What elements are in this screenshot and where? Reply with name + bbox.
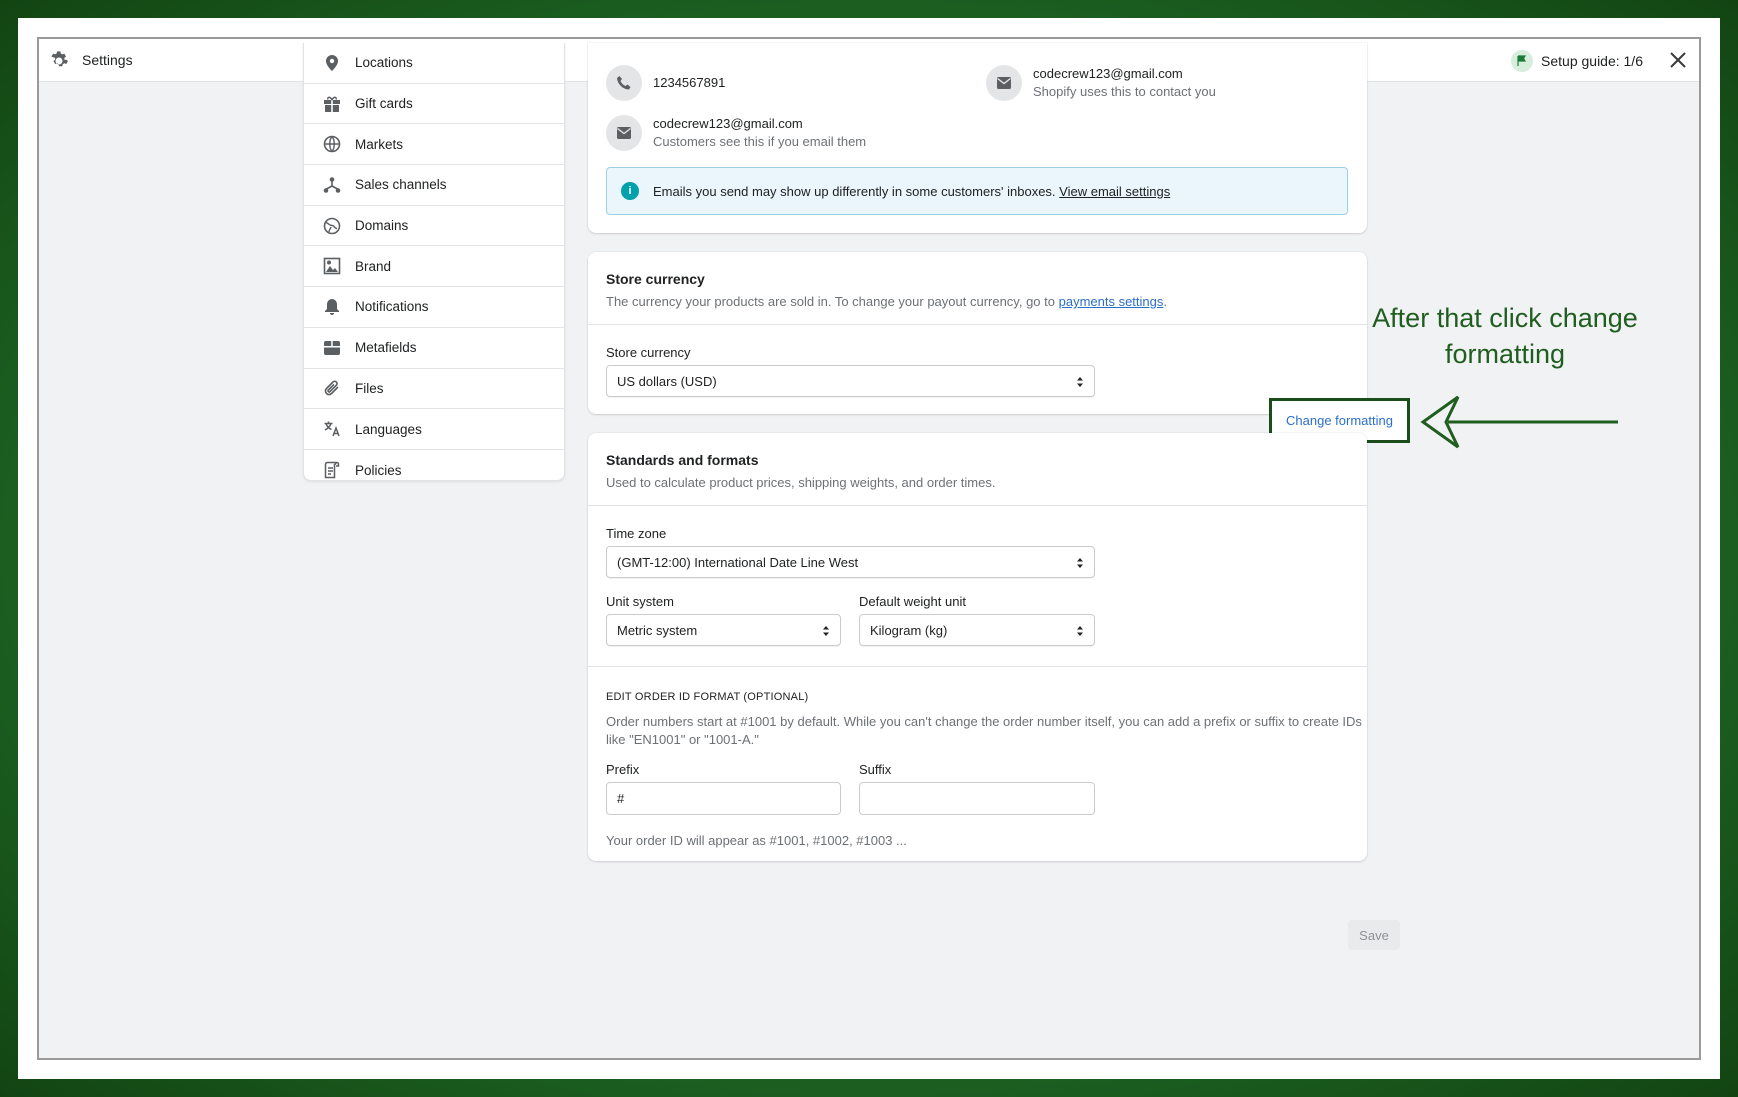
sidebar-item-label: Files [355, 380, 384, 396]
sidebar-item-label: Policies [355, 462, 402, 478]
gift-icon [322, 94, 342, 114]
currency-description: The currency your products are sold in. … [606, 294, 1167, 309]
sidebar-item-label: Brand [355, 258, 392, 274]
standards-formats-card: Standards and formats Used to calculate … [588, 433, 1367, 861]
sidebar-item-locations[interactable]: Locations [304, 43, 564, 84]
globe-icon [322, 216, 342, 236]
store-currency-card: Store currency The currency your product… [588, 252, 1367, 414]
policy-icon [322, 460, 342, 480]
globe-markets-icon [322, 134, 342, 154]
weight-unit-value: Kilogram (kg) [870, 622, 948, 638]
paperclip-icon [322, 378, 342, 398]
unit-system-select[interactable]: Metric system [606, 614, 841, 646]
settings-sidebar: Locations Gift cards Markets Sales chann… [303, 43, 565, 481]
order-id-description: Order numbers start at #1001 by default.… [606, 713, 1362, 749]
bell-icon [322, 297, 342, 317]
prefix-label: Prefix [606, 762, 640, 777]
select-arrows-icon [1077, 377, 1083, 387]
sidebar-item-label: Gift cards [355, 96, 413, 112]
sidebar-item-label: Markets [355, 136, 404, 152]
unit-system-label: Unit system [606, 594, 674, 609]
suffix-input[interactable] [859, 782, 1095, 815]
sidebar-item-gift-cards[interactable]: Gift cards [304, 84, 564, 125]
order-desc-line-1: Order numbers start at #1001 by default.… [606, 714, 1362, 729]
annotation-line-1: After that click change [1372, 303, 1638, 333]
close-icon[interactable] [1667, 49, 1689, 71]
sender-email-row: codecrew123@gmail.com Customers see this… [606, 115, 866, 151]
email-info-banner: i Emails you send may show up differentl… [606, 167, 1348, 215]
sidebar-item-label: Languages [355, 421, 422, 437]
select-arrows-icon [1077, 626, 1083, 636]
sidebar-item-sales-channels[interactable]: Sales channels [304, 165, 564, 206]
standards-title: Standards and formats [606, 452, 759, 468]
info-icon: i [621, 182, 639, 200]
store-email-note: Shopify uses this to contact you [1033, 84, 1216, 99]
annotation-line-2: formatting [1444, 339, 1566, 369]
payments-settings-link[interactable]: payments settings [1059, 294, 1164, 309]
standards-description: Used to calculate product prices, shippi… [606, 475, 996, 490]
annotation-text: After that click change formatting [1355, 300, 1655, 372]
sidebar-item-files[interactable]: Files [304, 369, 564, 410]
weight-unit-label: Default weight unit [859, 594, 966, 609]
sidebar-item-notifications[interactable]: Notifications [304, 287, 564, 328]
prefix-input[interactable]: # [606, 782, 841, 815]
sender-email: codecrew123@gmail.com [653, 116, 803, 131]
location-pin-icon [322, 53, 342, 73]
sidebar-item-label: Locations [355, 55, 413, 71]
timezone-value: (GMT-12:00) International Date Line West [617, 554, 859, 570]
currency-selected-value: US dollars (USD) [617, 373, 717, 389]
gear-icon [51, 51, 68, 67]
sidebar-item-label: Notifications [355, 299, 429, 315]
divider [588, 666, 1367, 667]
order-desc-line-2: like "EN1001" or "1001-A." [606, 732, 759, 747]
divider [588, 324, 1367, 325]
translate-icon [322, 419, 342, 439]
save-button[interactable]: Save [1348, 920, 1400, 950]
weight-unit-select[interactable]: Kilogram (kg) [859, 614, 1095, 646]
phone-icon [606, 65, 642, 101]
currency-desc-text: The currency your products are sold in. … [606, 294, 1055, 309]
sidebar-item-languages[interactable]: Languages [304, 409, 564, 450]
currency-title: Store currency [606, 271, 705, 287]
contact-card: 1234567891 codecrew123@gmail.com Shopify… [588, 43, 1367, 233]
sidebar-item-markets[interactable]: Markets [304, 124, 564, 166]
flag-icon [1511, 50, 1534, 72]
suffix-label: Suffix [859, 762, 892, 777]
store-email: codecrew123@gmail.com [1033, 66, 1183, 81]
order-id-preview: Your order ID will appear as #1001, #100… [606, 833, 907, 848]
brand-icon [322, 256, 342, 276]
phone-number: 1234567891 [653, 75, 726, 90]
unit-system-value: Metric system [617, 622, 698, 638]
setup-guide-label: Setup guide: 1/6 [1541, 53, 1643, 69]
banner-text: Emails you send may show up differently … [653, 183, 1056, 199]
currency-select[interactable]: US dollars (USD) [606, 365, 1095, 397]
timezone-select[interactable]: (GMT-12:00) International Date Line West [606, 546, 1095, 578]
mail-icon [606, 115, 642, 151]
divider [588, 505, 1367, 506]
store-email-row: codecrew123@gmail.com Shopify uses this … [986, 65, 1216, 101]
select-arrows-icon [823, 626, 829, 636]
annotation-arrow-icon [1420, 395, 1618, 449]
sidebar-item-policies[interactable]: Policies [304, 450, 564, 491]
order-id-heading: EDIT ORDER ID FORMAT (OPTIONAL) [606, 691, 809, 703]
sidebar-item-brand[interactable]: Brand [304, 246, 564, 288]
sender-email-note: Customers see this if you email them [653, 134, 867, 149]
page-title: Settings [82, 52, 133, 68]
prefix-value: # [617, 791, 625, 806]
sidebar-item-domains[interactable]: Domains [304, 206, 564, 247]
timezone-label: Time zone [606, 526, 667, 541]
sidebar-item-label: Sales channels [355, 177, 447, 193]
sidebar-item-label: Metafields [355, 340, 417, 356]
view-email-settings-link[interactable]: View email settings [1059, 184, 1170, 199]
select-arrows-icon [1077, 558, 1083, 568]
sidebar-item-label: Domains [355, 218, 409, 234]
channels-icon [322, 175, 342, 195]
metafields-icon [322, 338, 342, 358]
mail-icon [986, 65, 1022, 101]
currency-desc-suffix: . [1163, 294, 1168, 309]
currency-field-label: Store currency [606, 345, 691, 360]
phone-row: 1234567891 [606, 65, 725, 101]
setup-guide-button[interactable]: Setup guide: 1/6 [1511, 50, 1643, 72]
sidebar-item-metafields[interactable]: Metafields [304, 328, 564, 369]
